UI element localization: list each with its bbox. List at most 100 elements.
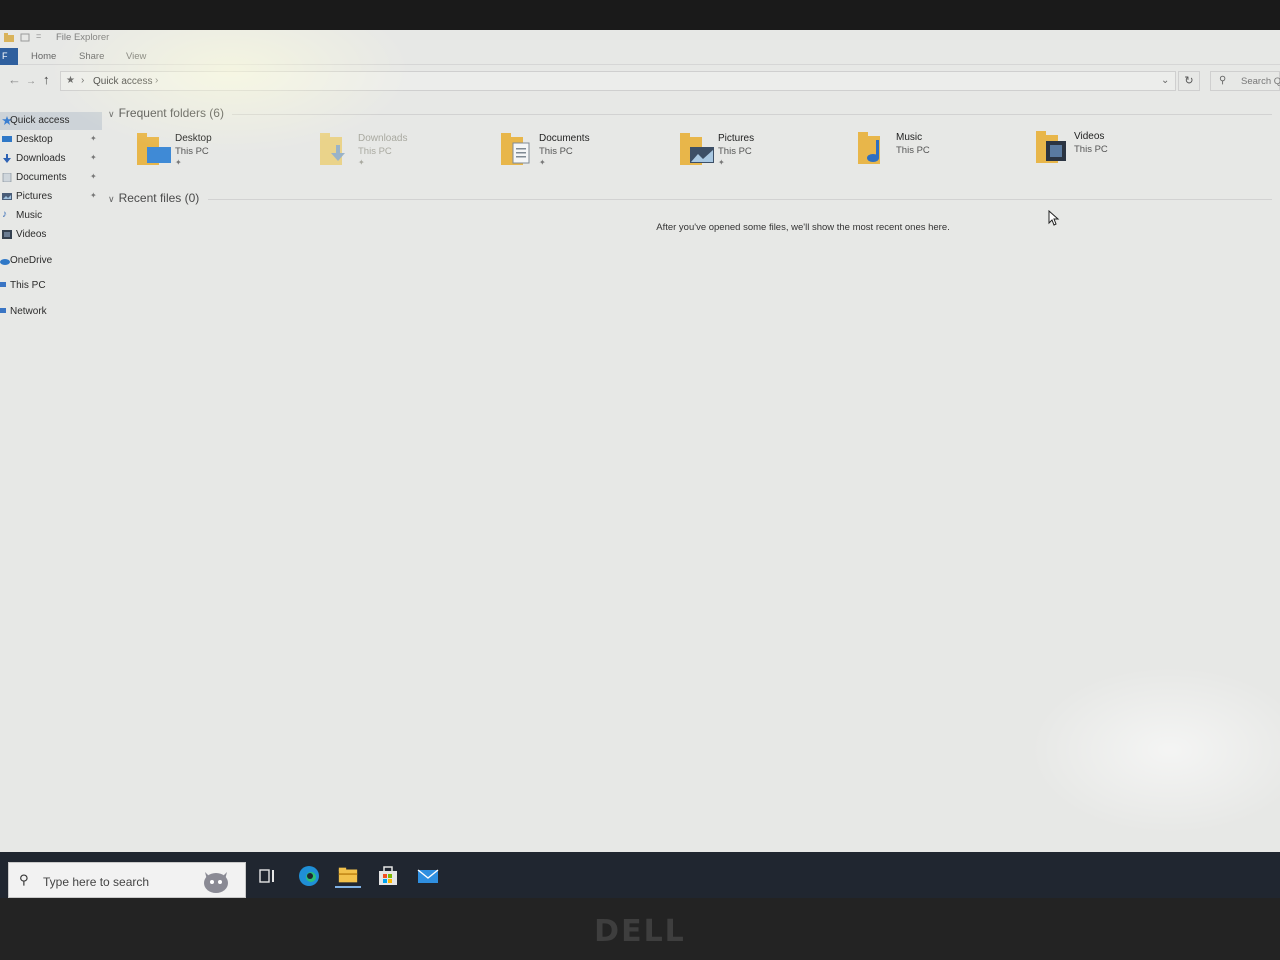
pin-icon: ✦ [358, 158, 365, 167]
folder-location: This PC [539, 146, 573, 157]
ribbon-tabs: F Home Share View [0, 48, 1280, 65]
title-bar: = File Explorer [0, 30, 1280, 46]
sidebar-item-videos[interactable]: Videos [0, 226, 102, 244]
folder-name: Music [896, 132, 923, 143]
section-title: Frequent folders (6) [118, 106, 224, 120]
navigation-pane: Quick access Desktop ✦ Downloads ✦ Docum… [0, 108, 104, 348]
pin-icon: ✦ [90, 153, 97, 162]
folder-tile-videos[interactable]: Videos This PC [1036, 131, 1196, 175]
section-divider [232, 114, 1272, 115]
sidebar-item-documents[interactable]: Documents ✦ [0, 169, 102, 187]
up-arrow-icon[interactable]: ↑ [43, 73, 50, 87]
mail-icon[interactable] [415, 864, 441, 888]
folder-tile-desktop[interactable]: Desktop This PC ✦ [137, 133, 297, 177]
section-title: Recent files (0) [118, 191, 200, 205]
sidebar-item-downloads[interactable]: Downloads ✦ [0, 150, 102, 168]
frequent-folders-header[interactable]: ∨ Frequent folders (6) [108, 106, 224, 120]
sidebar-item-label: Videos [16, 229, 47, 240]
sidebar-item-pictures[interactable]: Pictures ✦ [0, 188, 102, 206]
folder-tile-pictures[interactable]: Pictures This PC ✦ [680, 133, 840, 177]
pin-icon: ✦ [90, 134, 97, 143]
folder-icon [4, 33, 14, 42]
dropdown-icon[interactable]: = [36, 31, 41, 41]
computer-icon [0, 282, 6, 287]
folder-tile-documents[interactable]: Documents This PC ✦ [501, 133, 661, 177]
sidebar-item-label: Pictures [16, 191, 53, 202]
forward-arrow-icon[interactable]: → [26, 75, 36, 89]
quick-access-toolbar-icon[interactable] [20, 33, 30, 42]
search-highlight-art-icon [204, 872, 228, 893]
pin-icon: ✦ [539, 158, 546, 167]
tab-view[interactable]: View [126, 51, 146, 62]
file-explorer-icon[interactable] [335, 864, 361, 888]
folder-name: Desktop [175, 133, 212, 144]
search-input[interactable]: ⚲ Search Q [1210, 71, 1280, 91]
sidebar-item-label: OneDrive [10, 255, 53, 266]
section-divider [208, 199, 1272, 200]
edge-icon[interactable] [296, 864, 322, 888]
sidebar-item-label: This PC [10, 280, 46, 291]
downloads-folder-icon [320, 133, 345, 165]
video-icon [2, 230, 12, 239]
desktop-icon [2, 136, 12, 142]
taskbar-search-box[interactable]: ⚲ Type here to search [8, 862, 246, 898]
search-placeholder: Search Q [1241, 76, 1280, 87]
folder-name: Downloads [358, 133, 408, 144]
store-icon[interactable] [375, 864, 401, 888]
dell-logo: DELL [594, 914, 686, 949]
pin-icon: ✦ [718, 158, 725, 167]
sidebar-item-quick-access[interactable]: Quick access [0, 112, 102, 130]
download-arrow-icon [3, 154, 11, 163]
breadcrumb-quick-access[interactable]: Quick access [93, 76, 152, 87]
task-view-icon[interactable] [255, 864, 281, 888]
sidebar-item-label: Documents [16, 172, 67, 183]
cloud-icon [0, 259, 10, 265]
chevron-right-icon[interactable]: › [81, 75, 84, 86]
music-note-icon: ♪ [2, 209, 7, 220]
chevron-down-icon[interactable]: ⌄ [1161, 75, 1169, 86]
folder-name: Videos [1074, 131, 1105, 142]
desktop-folder-icon [137, 133, 171, 165]
search-icon: ⚲ [19, 872, 29, 887]
recent-files-header[interactable]: ∨ Recent files (0) [108, 191, 199, 205]
sidebar-item-this-pc[interactable]: This PC [0, 277, 102, 295]
mouse-cursor-icon [1048, 210, 1060, 226]
sidebar-item-network[interactable]: Network [0, 303, 102, 321]
music-folder-icon [858, 132, 880, 164]
sidebar-item-label: Network [10, 306, 47, 317]
picture-icon [2, 193, 12, 200]
document-icon [2, 173, 12, 182]
back-arrow-icon[interactable]: ← [8, 73, 21, 87]
pin-icon: ✦ [175, 158, 182, 167]
chevron-right-icon[interactable]: › [155, 75, 158, 86]
network-icon [0, 308, 6, 313]
empty-recent-message: After you've opened some files, we'll sh… [656, 222, 950, 233]
sidebar-item-desktop[interactable]: Desktop ✦ [0, 131, 102, 149]
videos-folder-icon [1036, 131, 1066, 163]
folder-location: This PC [175, 146, 209, 157]
window-title: File Explorer [56, 32, 110, 43]
refresh-button[interactable]: ↻ [1178, 71, 1200, 91]
folder-tile-music[interactable]: Music This PC [858, 132, 1018, 176]
folder-location: This PC [1074, 144, 1108, 155]
tab-share[interactable]: Share [79, 51, 104, 62]
pin-icon: ✦ [90, 191, 97, 200]
folder-location: This PC [358, 146, 392, 157]
pin-star-icon: ★ [66, 75, 75, 86]
folder-tile-downloads[interactable]: Downloads This PC ✦ [320, 133, 480, 177]
tab-file[interactable]: F [0, 48, 18, 65]
sidebar-item-label: Desktop [16, 134, 53, 145]
navigation-bar: ← → ↑ ★ › Quick access › ⌄ ↻ ⚲ Search Q [0, 68, 1280, 94]
folder-name: Documents [539, 133, 590, 144]
taskbar: ⚲ Type here to search [0, 852, 1280, 898]
folder-location: This PC [718, 146, 752, 157]
pin-icon: ✦ [90, 172, 97, 181]
pictures-folder-icon [680, 133, 714, 165]
address-bar[interactable]: ★ › Quick access › ⌄ [60, 71, 1176, 91]
screen: = File Explorer F Home Share View ← → ↑ … [0, 30, 1280, 898]
sidebar-item-onedrive[interactable]: OneDrive [0, 252, 102, 270]
search-icon: ⚲ [1219, 75, 1227, 86]
sidebar-item-music[interactable]: ♪ Music [0, 207, 102, 225]
sidebar-item-label: Quick access [10, 115, 70, 126]
tab-home[interactable]: Home [31, 51, 56, 62]
